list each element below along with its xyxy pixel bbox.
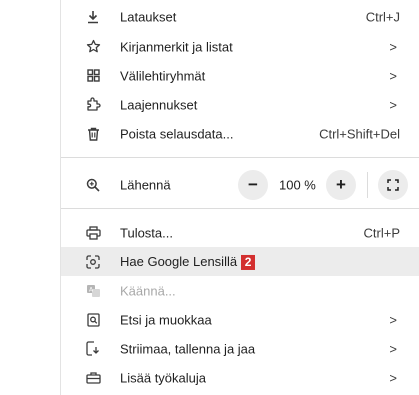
- menu-item-label: Käännä...: [120, 283, 176, 298]
- star-icon: [85, 39, 101, 55]
- menu-item-label-wrapper: Hae Google Lensillä 2: [120, 253, 256, 270]
- menu-item-label: Tulosta...: [120, 225, 173, 240]
- menu-item-label: Kirjanmerkit ja listat: [120, 39, 233, 54]
- menu-item-label: Lähennä: [120, 177, 171, 193]
- shortcut-text: Ctrl+Shift+Del: [319, 126, 400, 141]
- menu-item-label: Lataukset: [120, 9, 177, 24]
- menu-item-label: Laajennukset: [120, 97, 198, 112]
- submenu-arrow-icon: >: [389, 39, 397, 54]
- menu-item-tab-groups[interactable]: Välilehtiryhmät >: [61, 61, 419, 90]
- trash-icon: [85, 126, 101, 142]
- menu-item-translate[interactable]: A Käännä...: [61, 276, 419, 305]
- submenu-arrow-icon: >: [389, 68, 397, 83]
- menu-item-zoom: Lähennä − 100 % +: [61, 164, 419, 206]
- submenu-arrow-icon: >: [389, 312, 397, 327]
- submenu-arrow-icon: >: [389, 341, 397, 356]
- zoom-out-button[interactable]: −: [238, 170, 268, 200]
- lens-icon: [85, 254, 101, 270]
- cast-save-icon: [85, 341, 101, 357]
- menu-item-clear-browsing-data[interactable]: Poista selausdata... Ctrl+Shift+Del: [61, 119, 419, 148]
- menu-item-extensions[interactable]: Laajennukset >: [61, 90, 419, 119]
- submenu-arrow-icon: >: [389, 97, 397, 112]
- zoom-in-icon: [85, 177, 101, 193]
- puzzle-icon: [85, 97, 101, 113]
- menu-item-label: Välilehtiryhmät: [120, 68, 206, 83]
- printer-icon: [85, 225, 101, 241]
- menu-item-more-tools[interactable]: Lisää työkaluja >: [61, 363, 419, 392]
- menu-item-label: Striimaa, tallenna ja jaa: [120, 341, 256, 356]
- menu-divider: [61, 208, 419, 209]
- menu-item-downloads[interactable]: Lataukset Ctrl+J: [61, 2, 419, 31]
- menu-item-google-lens[interactable]: Hae Google Lensillä 2: [61, 247, 419, 276]
- download-icon: [85, 9, 101, 25]
- menu-divider: [61, 157, 419, 158]
- menu-item-label: Hae Google Lensillä: [120, 253, 238, 269]
- menu-item-bookmarks[interactable]: Kirjanmerkit ja listat >: [61, 32, 419, 61]
- shortcut-text: Ctrl+J: [365, 9, 400, 24]
- zoom-in-button[interactable]: +: [326, 170, 356, 200]
- page-background: [0, 0, 60, 395]
- menu-item-label: Etsi ja muokkaa: [120, 312, 212, 327]
- shortcut-text: Ctrl+P: [363, 225, 400, 240]
- annotation-badge: 2: [241, 254, 256, 270]
- chrome-app-menu: Lataukset Ctrl+J Kirjanmerkit ja listat …: [60, 0, 419, 395]
- menu-item-label: Lisää työkaluja: [120, 370, 206, 385]
- toolbox-icon: [85, 370, 101, 386]
- find-in-page-icon: [85, 312, 101, 328]
- zoom-level: 100 %: [279, 177, 316, 193]
- submenu-arrow-icon: >: [389, 370, 397, 385]
- menu-item-label: Poista selausdata...: [120, 126, 234, 141]
- zoom-separator: [367, 172, 368, 198]
- translate-icon: A: [85, 283, 101, 299]
- fullscreen-icon: [387, 179, 399, 191]
- menu-item-find-and-edit[interactable]: Etsi ja muokkaa >: [61, 305, 419, 334]
- fullscreen-button[interactable]: [378, 170, 408, 200]
- grid-icon: [85, 68, 101, 84]
- menu-item-print[interactable]: Tulosta... Ctrl+P: [61, 218, 419, 247]
- menu-item-cast-save-share[interactable]: Striimaa, tallenna ja jaa >: [61, 334, 419, 363]
